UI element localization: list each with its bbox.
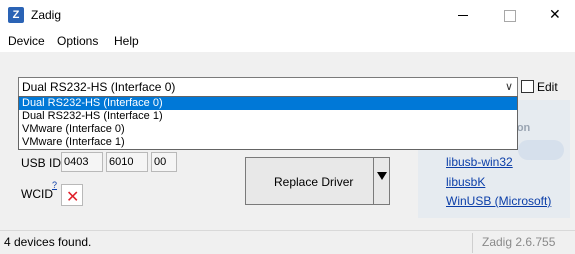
device-option[interactable]: VMware (Interface 0) [19, 123, 517, 136]
usb-mi-field[interactable]: 00 [151, 152, 177, 172]
usb-pid-field[interactable]: 6010 [106, 152, 148, 172]
usb-vid-field[interactable]: 0403 [61, 152, 103, 172]
close-icon: ✕ [549, 6, 561, 22]
device-option[interactable]: Dual RS232-HS (Interface 1) [19, 110, 517, 123]
zadig-app-icon: Z [8, 7, 24, 23]
device-dropdown-value: Dual RS232-HS (Interface 0) [22, 80, 176, 94]
usb-id-label: USB ID [21, 156, 62, 170]
device-count-status: 4 devices found. [4, 235, 92, 249]
window-title: Zadig [31, 8, 62, 22]
wcid-label: WCID [21, 187, 53, 201]
title-bar: Z Zadig ✕ [0, 0, 575, 30]
chevron-down-icon: ∨ [504, 81, 513, 93]
device-option[interactable]: VMware (Interface 1) [19, 136, 517, 149]
winusb-link[interactable]: WinUSB (Microsoft) [446, 194, 551, 208]
status-bar: 4 devices found. Zadig 2.6.755 [0, 230, 575, 254]
edit-label: Edit [537, 80, 558, 94]
device-option[interactable]: Dual RS232-HS (Interface 0) [19, 97, 517, 110]
replace-driver-label: Replace Driver [274, 175, 354, 189]
device-dropdown[interactable]: Dual RS232-HS (Interface 0) ∨ [18, 77, 518, 97]
device-dropdown-list: Dual RS232-HS (Interface 0) Dual RS232-H… [18, 96, 518, 150]
menu-bar: Device Options Help [0, 30, 575, 52]
libusbk-link[interactable]: libusbK [446, 175, 485, 189]
maximize-button[interactable] [486, 0, 532, 30]
edit-checkbox[interactable] [521, 80, 534, 93]
replace-driver-button[interactable]: Replace Driver [245, 157, 390, 205]
libusb-win32-link[interactable]: libusb-win32 [446, 155, 513, 169]
wcid-help-link[interactable]: ? [52, 180, 57, 190]
minimize-button[interactable] [440, 0, 486, 30]
menu-options[interactable]: Options [57, 34, 98, 48]
menu-device[interactable]: Device [8, 34, 45, 48]
close-button[interactable]: ✕ [532, 0, 575, 30]
split-divider [373, 158, 374, 204]
wcid-status: ✕ [61, 184, 83, 206]
caret-down-icon[interactable] [377, 172, 387, 180]
panel-decoration [518, 140, 564, 160]
menu-help[interactable]: Help [114, 34, 139, 48]
red-x-icon: ✕ [66, 189, 80, 206]
version-status: Zadig 2.6.755 [482, 235, 556, 249]
status-divider [472, 233, 473, 253]
